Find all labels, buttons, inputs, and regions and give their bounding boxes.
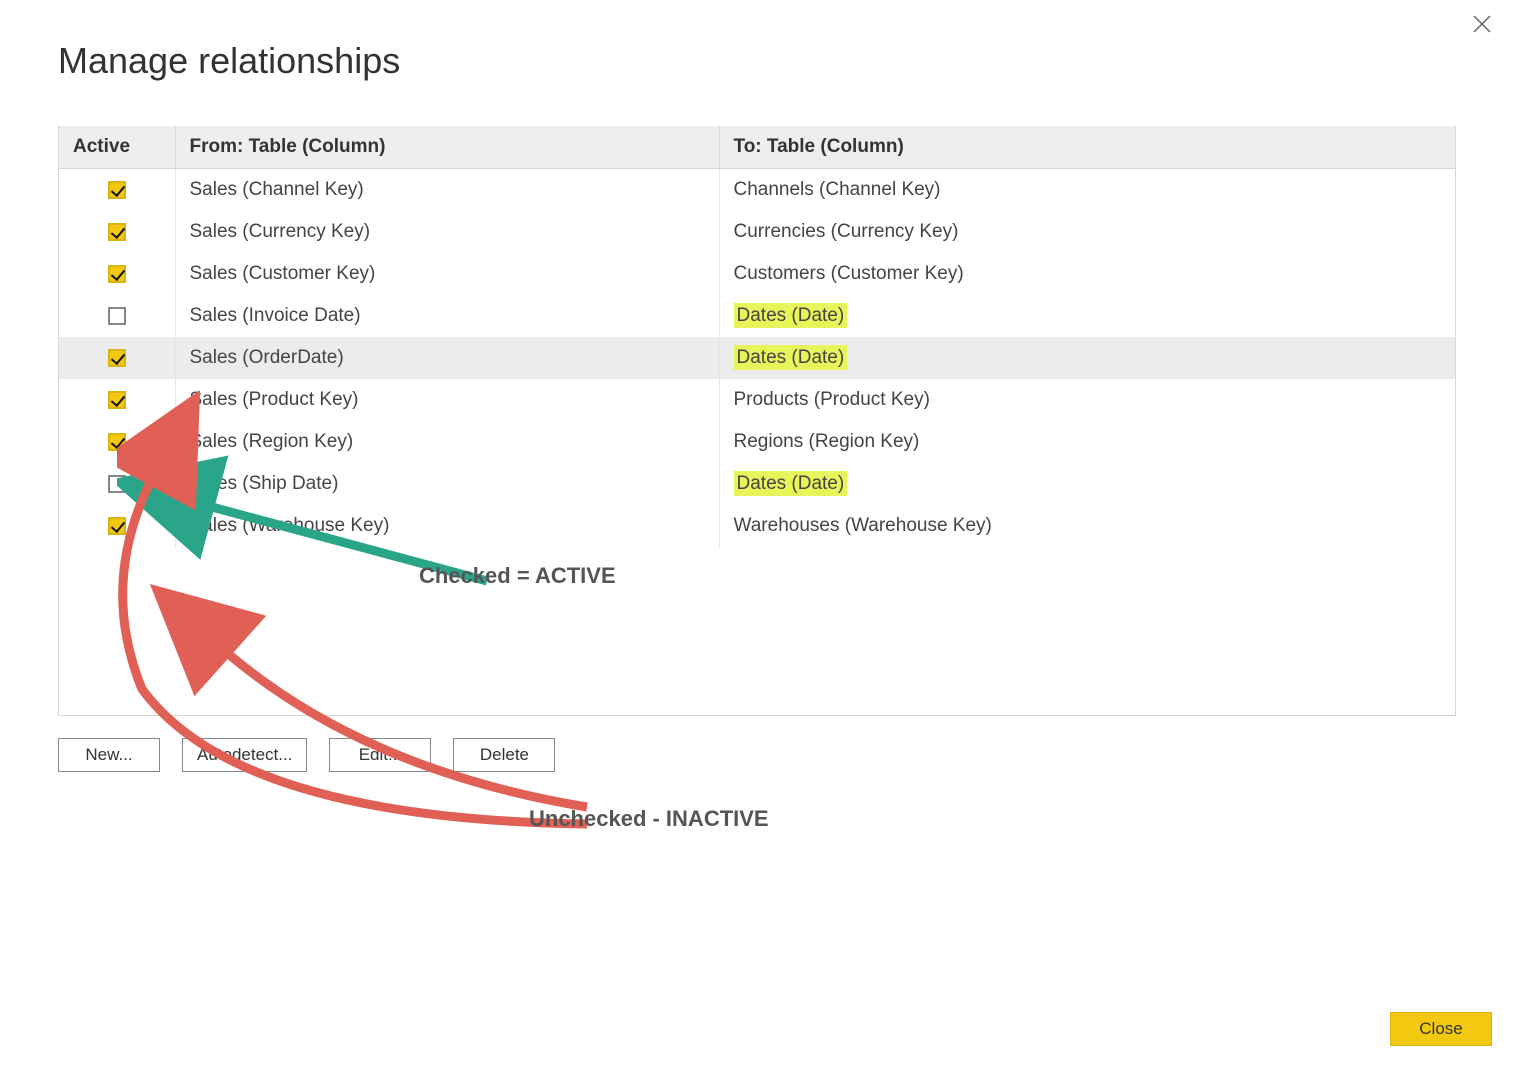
from-cell: Sales (Currency Key) <box>175 211 719 253</box>
table-row[interactable]: Sales (Invoice Date)Dates (Date) <box>59 295 1455 337</box>
to-cell: Dates (Date) <box>719 463 1455 505</box>
from-cell: Sales (Warehouse Key) <box>175 505 719 547</box>
table-row[interactable]: Sales (OrderDate)Dates (Date) <box>59 337 1455 379</box>
relationships-table-container: Active From: Table (Column) To: Table (C… <box>58 126 1456 716</box>
col-header-from[interactable]: From: Table (Column) <box>175 126 719 169</box>
to-cell: Dates (Date) <box>719 337 1455 379</box>
from-cell: Sales (Region Key) <box>175 421 719 463</box>
active-checkbox[interactable] <box>108 223 126 241</box>
relationships-table: Active From: Table (Column) To: Table (C… <box>59 126 1455 547</box>
table-row[interactable]: Sales (Currency Key)Currencies (Currency… <box>59 211 1455 253</box>
autodetect-button[interactable]: Autodetect... <box>182 738 307 772</box>
active-checkbox[interactable] <box>108 517 126 535</box>
close-button[interactable]: Close <box>1390 1012 1492 1046</box>
to-cell: Regions (Region Key) <box>719 421 1455 463</box>
col-header-to[interactable]: To: Table (Column) <box>719 126 1455 169</box>
from-cell: Sales (OrderDate) <box>175 337 719 379</box>
table-row[interactable]: Sales (Product Key)Products (Product Key… <box>59 379 1455 421</box>
edit-button[interactable]: Edit... <box>329 738 431 772</box>
to-cell: Channels (Channel Key) <box>719 169 1455 212</box>
to-cell: Customers (Customer Key) <box>719 253 1455 295</box>
dialog-title: Manage relationships <box>0 0 1514 82</box>
active-checkbox[interactable] <box>108 433 126 451</box>
active-checkbox[interactable] <box>108 391 126 409</box>
table-row[interactable]: Sales (Customer Key)Customers (Customer … <box>59 253 1455 295</box>
from-cell: Sales (Channel Key) <box>175 169 719 212</box>
col-header-active[interactable]: Active <box>59 126 175 169</box>
table-row[interactable]: Sales (Region Key)Regions (Region Key) <box>59 421 1455 463</box>
from-cell: Sales (Customer Key) <box>175 253 719 295</box>
active-checkbox[interactable] <box>108 181 126 199</box>
delete-button[interactable]: Delete <box>453 738 555 772</box>
active-checkbox[interactable] <box>108 265 126 283</box>
new-button[interactable]: New... <box>58 738 160 772</box>
active-checkbox[interactable] <box>108 475 126 493</box>
from-cell: Sales (Invoice Date) <box>175 295 719 337</box>
manage-relationships-dialog: Manage relationships Active From: Table … <box>0 0 1514 1068</box>
active-checkbox[interactable] <box>108 349 126 367</box>
active-checkbox[interactable] <box>108 307 126 325</box>
table-row[interactable]: Sales (Warehouse Key)Warehouses (Warehou… <box>59 505 1455 547</box>
table-empty-area <box>59 547 1455 715</box>
from-cell: Sales (Ship Date) <box>175 463 719 505</box>
to-cell: Dates (Date) <box>719 295 1455 337</box>
from-cell: Sales (Product Key) <box>175 379 719 421</box>
table-row[interactable]: Sales (Channel Key)Channels (Channel Key… <box>59 169 1455 212</box>
table-row[interactable]: Sales (Ship Date)Dates (Date) <box>59 463 1455 505</box>
annotation-unchecked-label: Unchecked - INACTIVE <box>529 806 769 832</box>
close-icon[interactable] <box>1472 14 1492 34</box>
to-cell: Products (Product Key) <box>719 379 1455 421</box>
to-cell: Warehouses (Warehouse Key) <box>719 505 1455 547</box>
to-cell: Currencies (Currency Key) <box>719 211 1455 253</box>
